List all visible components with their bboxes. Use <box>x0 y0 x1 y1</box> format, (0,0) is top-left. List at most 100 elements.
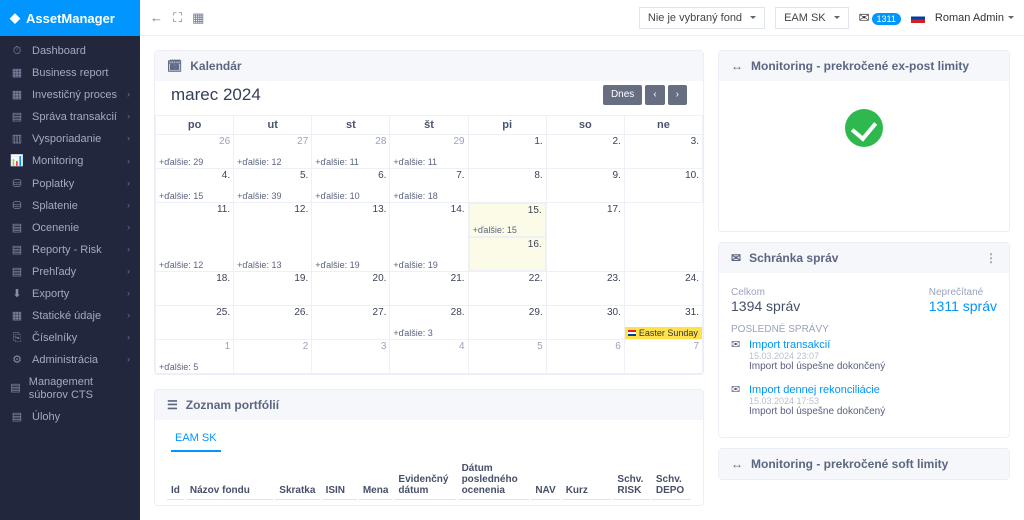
calendar-more-events[interactable]: +ďalšie: 15 <box>473 225 517 235</box>
calendar-cell[interactable]: 6.+ďalšie: 10 <box>312 169 390 203</box>
sidebar-item-administr-cia[interactable]: ⚙Administrácia› <box>0 349 140 371</box>
calendar-more-events[interactable]: +ďalšie: 11 <box>393 157 437 167</box>
inbox-unread-value[interactable]: 1311 správ <box>929 298 997 314</box>
calendar-cell[interactable]: 3. <box>624 135 702 169</box>
calendar-more-events[interactable]: +ďalšie: 13 <box>237 260 281 270</box>
sidebar-item-exporty[interactable]: ⬇Exporty› <box>0 283 140 305</box>
sidebar-item-preh-ady[interactable]: ▤Prehľady› <box>0 261 140 283</box>
calendar-cell[interactable]: 3 <box>312 340 390 374</box>
calendar-more-events[interactable]: +ďalšie: 19 <box>315 260 359 270</box>
calendar-cell[interactable]: 1. <box>468 135 546 169</box>
sidebar-item-business-report[interactable]: ▦Business report <box>0 62 140 84</box>
calendar-cell[interactable]: 5 <box>468 340 546 374</box>
nav-item-label: Reporty - Risk <box>32 244 102 256</box>
calendar-cell[interactable]: 7.+ďalšie: 18 <box>390 169 468 203</box>
brand[interactable]: ◆ AssetManager <box>0 0 140 36</box>
calendar-cell[interactable]: 12.+ďalšie: 13 <box>234 203 312 272</box>
calendar-cell[interactable]: 26+ďalšie: 29 <box>156 135 234 169</box>
sidebar-item-management-s-borov-cts[interactable]: ▤Management súborov CTS <box>0 371 140 405</box>
calendar-cell[interactable]: 14.+ďalšie: 19 <box>390 203 468 272</box>
calendar-more-events[interactable]: +ďalšie: 11 <box>315 157 359 167</box>
calendar-more-events[interactable]: +ďalšie: 12 <box>237 157 281 167</box>
sidebar-item-statick-daje[interactable]: ▦Statické údaje› <box>0 305 140 327</box>
sidebar-item-ocenenie[interactable]: ▤Ocenenie› <box>0 217 140 239</box>
sidebar-item-dashboard[interactable]: ⏱Dashboard <box>0 40 140 62</box>
sidebar-item-poplatky[interactable]: ⛁Poplatky› <box>0 173 140 195</box>
calendar-more-events[interactable]: +ďalšie: 29 <box>159 157 203 167</box>
calendar-cell[interactable]: 23. <box>546 272 624 306</box>
calendar-more-events[interactable]: +ďalšie: 12 <box>159 260 203 270</box>
calendar-cell[interactable]: 28+ďalšie: 11 <box>312 135 390 169</box>
sidebar-item--seln-ky[interactable]: ⎘Číselníky› <box>0 327 140 349</box>
calendar-cell[interactable]: 31.Easter Sunday <box>624 306 702 340</box>
expand-icon[interactable]: ↔ <box>731 457 743 471</box>
calendar-more-events[interactable]: +ďalšie: 10 <box>315 191 359 201</box>
calendar-event-bar[interactable]: Easter Sunday <box>625 327 702 339</box>
message-title[interactable]: Import dennej rekonciliácie <box>749 384 997 396</box>
calendar-cell[interactable]: 1+ďalšie: 5 <box>156 340 234 374</box>
calendar-cell[interactable]: 22. <box>468 272 546 306</box>
calendar-cell[interactable]: 29. <box>468 306 546 340</box>
calendar-cell[interactable]: 8. <box>468 169 546 203</box>
calendar-cell[interactable]: 2 <box>234 340 312 374</box>
calendar-more-events[interactable]: +ďalšie: 15 <box>159 191 203 201</box>
sidebar-item--lohy[interactable]: ▤Úlohy <box>0 406 140 428</box>
calendar-cell[interactable]: 21. <box>390 272 468 306</box>
calendar-cell[interactable]: 18. <box>156 272 234 306</box>
calendar-cell[interactable]: 9. <box>546 169 624 203</box>
calendar-cell[interactable]: 27. <box>312 306 390 340</box>
message-title[interactable]: Import transakcií <box>749 339 997 351</box>
calendar-cell[interactable]: 24. <box>624 272 702 306</box>
table-row[interactable]: 1Erste Asset Management GmbH, pobočka Sl… <box>167 502 691 506</box>
calendar-cell[interactable]: 16. <box>469 237 546 271</box>
calendar-cell[interactable]: 30. <box>546 306 624 340</box>
sidebar-item-vysporiadanie[interactable]: ▥Vysporiadanie› <box>0 128 140 150</box>
apps-icon[interactable]: ▦ <box>192 10 204 26</box>
calendar-cell[interactable]: 27+ďalšie: 12 <box>234 135 312 169</box>
today-button[interactable]: Dnes <box>603 85 642 105</box>
sidebar-item-splatenie[interactable]: ⛁Splatenie› <box>0 195 140 217</box>
expand-icon[interactable]: ↔ <box>731 59 743 73</box>
calendar-more-events[interactable]: +ďalšie: 3 <box>393 328 432 338</box>
calendar-cell[interactable]: 26. <box>234 306 312 340</box>
sidebar-item-reporty-risk[interactable]: ▤Reporty - Risk› <box>0 239 140 261</box>
calendar-cell[interactable]: 28.+ďalšie: 3 <box>390 306 468 340</box>
portfolio-tab[interactable]: EAM SK <box>171 426 221 452</box>
calendar-cell[interactable]: 11.+ďalšie: 12 <box>156 203 234 272</box>
prev-month-button[interactable]: ‹ <box>645 85 664 105</box>
calendar-cell[interactable]: 10. <box>624 169 702 203</box>
sidebar-item-spr-va-transakci-[interactable]: ▤Správa transakcií› <box>0 106 140 128</box>
calendar-cell[interactable]: 20. <box>312 272 390 306</box>
calendar-cell[interactable]: 19. <box>234 272 312 306</box>
card-menu-icon[interactable]: ⋮ <box>985 251 997 265</box>
calendar-cell[interactable]: 4.+ďalšie: 15 <box>156 169 234 203</box>
calendar-cell[interactable]: 5.+ďalšie: 39 <box>234 169 312 203</box>
calendar-more-events[interactable]: +ďalšie: 18 <box>393 191 437 201</box>
back-icon[interactable]: ← <box>150 10 163 25</box>
calendar-cell[interactable]: 29+ďalšie: 11 <box>390 135 468 169</box>
mail-icon[interactable]: ✉1311 <box>859 10 901 26</box>
org-selector[interactable]: EAM SK <box>775 7 849 29</box>
calendar-cell[interactable]: 17. <box>546 203 624 272</box>
calendar-cell[interactable]: 25. <box>156 306 234 340</box>
inbox-message[interactable]: Import dennej rekonciliácie15.03.2024 17… <box>731 380 997 425</box>
inbox-message[interactable]: Import transakcií15.03.2024 23:07Import … <box>731 335 997 380</box>
calendar-more-events[interactable]: +ďalšie: 19 <box>393 260 437 270</box>
calendar-cell[interactable]: 15.+ďalšie: 15 <box>469 203 546 237</box>
sidebar-item-investi-n-proces[interactable]: ▦Investičný proces› <box>0 84 140 106</box>
calendar-cell[interactable]: 2. <box>546 135 624 169</box>
calendar-cell[interactable]: 13.+ďalšie: 19 <box>312 203 390 272</box>
calendar-cell[interactable]: 7 <box>624 340 702 374</box>
sidebar-item-monitoring[interactable]: 📊Monitoring› <box>0 150 140 172</box>
calendar-more-events[interactable]: +ďalšie: 5 <box>159 362 198 372</box>
fund-selector[interactable]: Nie je vybraný fond <box>639 7 765 29</box>
message-time: 15.03.2024 23:07 <box>749 351 997 361</box>
locale-flag-icon[interactable] <box>911 13 925 23</box>
fund-link[interactable]: Erste Asset Management GmbH, pobočka Slo… <box>190 505 262 506</box>
next-month-button[interactable]: › <box>668 85 687 105</box>
fullscreen-icon[interactable]: ⛶ <box>173 10 182 26</box>
calendar-cell[interactable]: 4 <box>390 340 468 374</box>
calendar-more-events[interactable]: +ďalšie: 39 <box>237 191 281 201</box>
calendar-cell[interactable]: 6 <box>546 340 624 374</box>
user-menu[interactable]: Roman Admin <box>935 12 1014 24</box>
